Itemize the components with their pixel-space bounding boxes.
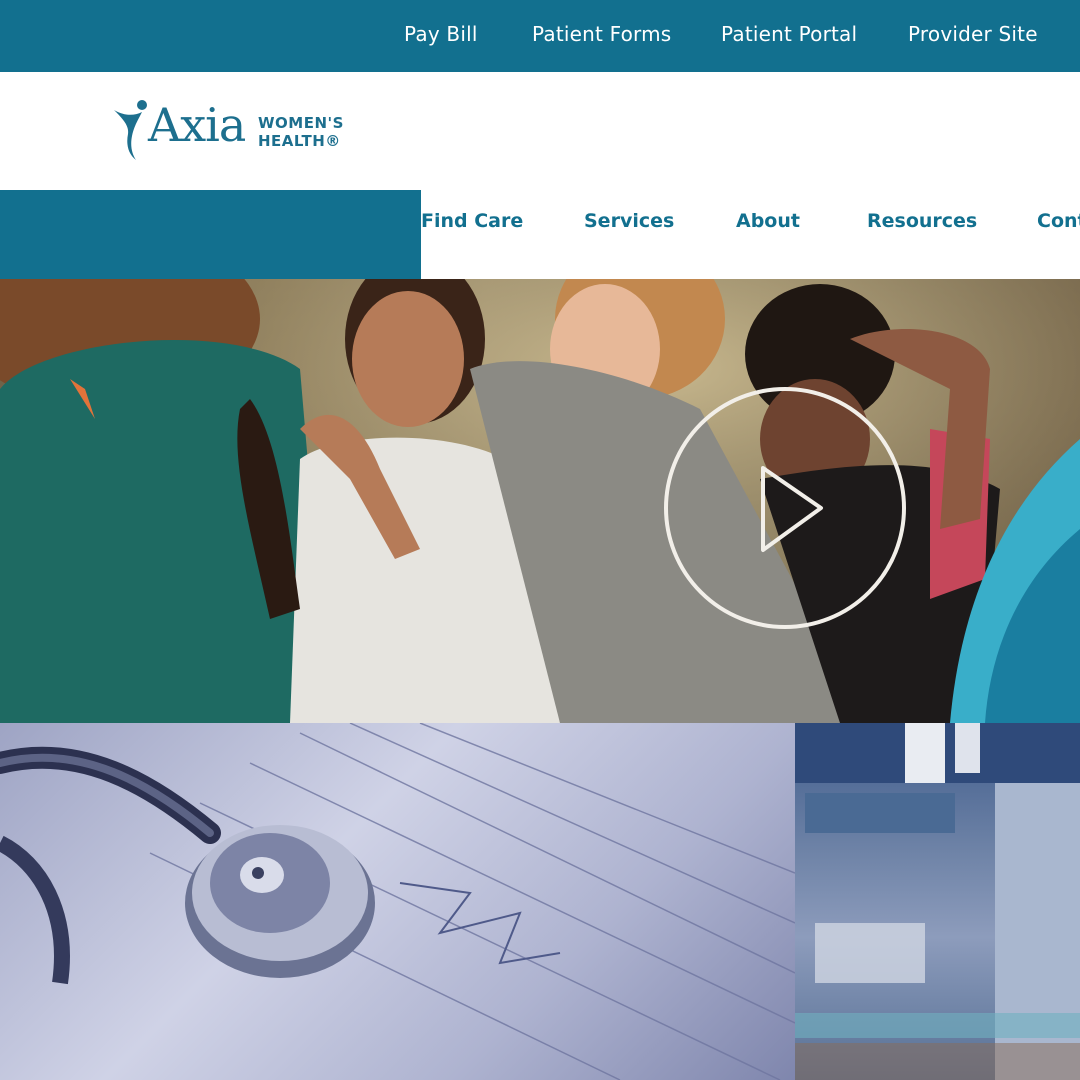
patient-portal-link[interactable]: Patient Portal bbox=[721, 22, 857, 46]
main-nav: Find Care Services About Resources Cont bbox=[421, 190, 1080, 279]
logo-tagline-line2: HEALTH® bbox=[258, 132, 341, 150]
play-video-button[interactable] bbox=[663, 386, 907, 630]
stethoscope-card[interactable] bbox=[0, 723, 795, 1080]
stethoscope-image bbox=[0, 723, 795, 1080]
nav-contact[interactable]: Cont bbox=[1037, 210, 1080, 232]
play-icon bbox=[664, 387, 906, 629]
provider-site-link[interactable]: Provider Site bbox=[908, 22, 1038, 46]
site-logo[interactable]: Axia WOMEN'S HEALTH® bbox=[112, 96, 352, 164]
nav-resources[interactable]: Resources bbox=[867, 210, 977, 232]
logo-tagline-line1: WOMEN'S bbox=[258, 114, 344, 132]
utility-bar: Pay Bill Patient Forms Patient Portal Pr… bbox=[0, 0, 1080, 72]
logo-wordmark: Axia bbox=[148, 98, 246, 152]
nav-accent-block bbox=[0, 190, 421, 279]
pay-bill-link[interactable]: Pay Bill bbox=[404, 22, 478, 46]
nav-find-care[interactable]: Find Care bbox=[421, 210, 523, 232]
secondary-image bbox=[795, 723, 1080, 1080]
nav-services[interactable]: Services bbox=[584, 210, 674, 232]
secondary-card[interactable] bbox=[795, 723, 1080, 1080]
hero-video[interactable] bbox=[0, 279, 1080, 723]
patient-forms-link[interactable]: Patient Forms bbox=[532, 22, 671, 46]
site-header: Axia WOMEN'S HEALTH® bbox=[0, 72, 1080, 190]
nav-about[interactable]: About bbox=[736, 210, 800, 232]
dancer-icon bbox=[114, 100, 147, 160]
decorative-wave bbox=[950, 439, 1080, 723]
